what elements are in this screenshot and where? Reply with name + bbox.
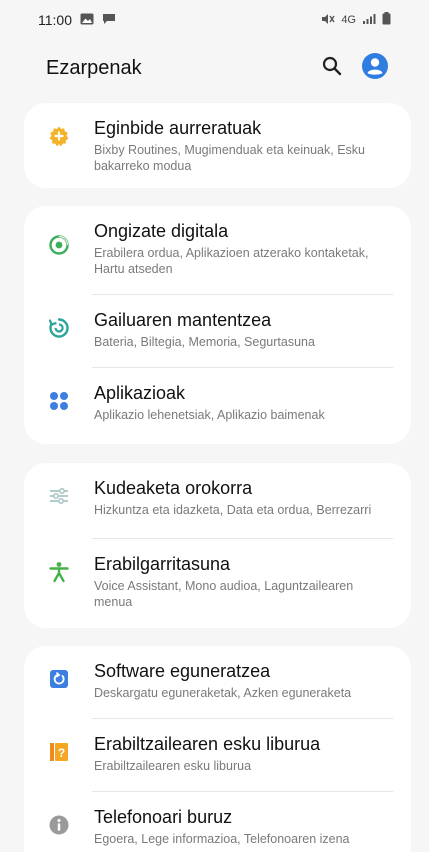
item-subtitle: Egoera, Lege informazioa, Telefonoaren i… — [94, 832, 350, 846]
item-text: Software eguneratzea Deskargatu egunerak… — [94, 646, 393, 701]
item-text: Eginbide aurreratuak Bixby Routines, Mug… — [94, 103, 393, 174]
signal-icon — [362, 13, 376, 28]
item-subtitle: Deskargatu eguneraketak, Azken egunerake… — [94, 686, 352, 700]
item-subtitle: Bateria, Biltegia, Memoria, Segurtasuna — [94, 335, 315, 349]
device-care-icon — [46, 315, 72, 341]
item-text: Erabiltzailearen esku liburua Erabiltzai… — [94, 719, 393, 774]
settings-group-about: Software eguneratzea Deskargatu egunerak… — [24, 646, 411, 852]
manual-icon: ? — [46, 739, 72, 765]
status-right: 4G — [321, 12, 391, 28]
settings-item-software-update[interactable]: Software eguneratzea Deskargatu egunerak… — [24, 646, 411, 718]
settings-item-general-management[interactable]: Kudeaketa orokorra Hizkuntza eta idazket… — [24, 463, 411, 538]
gallery-notification-icon — [80, 12, 94, 28]
settings-item-accessibility[interactable]: Erabilgarritasuna Voice Assistant, Mono … — [24, 539, 411, 628]
header-actions — [321, 52, 389, 85]
sliders-icon — [46, 483, 72, 509]
item-text: Kudeaketa orokorra Hizkuntza eta idazket… — [94, 463, 393, 518]
settings-group-device: Ongizate digitala Erabilera ordua, Aplik… — [24, 206, 411, 444]
item-text: Erabilgarritasuna Voice Assistant, Mono … — [94, 539, 393, 610]
item-subtitle: Erabilera ordua, Aplikazioen atzerako ko… — [94, 246, 369, 276]
message-notification-icon — [102, 12, 116, 28]
item-text: Ongizate digitala Erabilera ordua, Aplik… — [94, 206, 393, 277]
item-title: Kudeaketa orokorra — [94, 478, 253, 498]
apps-icon — [46, 388, 72, 414]
item-subtitle: Voice Assistant, Mono audioa, Laguntzail… — [94, 579, 354, 609]
item-text: Aplikazioak Aplikazio lehenetsiak, Aplik… — [94, 368, 393, 423]
status-bar: 11:00 4G — [0, 0, 429, 40]
item-title: Aplikazioak — [94, 383, 186, 403]
settings-item-about-phone[interactable]: Telefonoari buruz Egoera, Lege informazi… — [24, 792, 411, 852]
item-title: Software eguneratzea — [94, 661, 271, 681]
svg-text:?: ? — [58, 746, 65, 760]
settings-screen: 11:00 4G Ezarpenak Eginbide aurreratuak … — [0, 0, 429, 852]
item-text: Telefonoari buruz Egoera, Lege informazi… — [94, 792, 393, 847]
item-subtitle: Hizkuntza eta idazketa, Data eta ordua, … — [94, 503, 372, 517]
page-title: Ezarpenak — [46, 56, 142, 79]
profile-avatar-icon[interactable] — [361, 52, 389, 85]
item-title: Eginbide aurreratuak — [94, 118, 262, 138]
gear-plus-icon — [46, 123, 72, 149]
mute-icon — [321, 13, 335, 28]
item-title: Erabiltzailearen esku liburua — [94, 734, 321, 754]
search-icon[interactable] — [321, 55, 343, 82]
settings-item-device-care[interactable]: Gailuaren mantentzea Bateria, Biltegia, … — [24, 295, 411, 367]
settings-group-general: Kudeaketa orokorra Hizkuntza eta idazket… — [24, 463, 411, 628]
settings-item-apps[interactable]: Aplikazioak Aplikazio lehenetsiak, Aplik… — [24, 368, 411, 444]
item-subtitle: Bixby Routines, Mugimenduak eta keinuak,… — [94, 143, 365, 173]
status-time: 11:00 — [38, 12, 72, 28]
wellbeing-icon — [46, 232, 72, 258]
accessibility-icon — [46, 559, 72, 585]
app-header: Ezarpenak — [0, 44, 429, 92]
network-label: 4G — [341, 14, 356, 26]
settings-group-advanced: Eginbide aurreratuak Bixby Routines, Mug… — [24, 103, 411, 188]
battery-icon — [382, 12, 391, 28]
settings-item-digital-wellbeing[interactable]: Ongizate digitala Erabilera ordua, Aplik… — [24, 206, 411, 294]
item-subtitle: Erabiltzailearen esku liburua — [94, 759, 252, 773]
update-icon — [46, 666, 72, 692]
info-icon — [46, 812, 72, 838]
settings-item-user-manual[interactable]: ? Erabiltzailearen esku liburua Erabiltz… — [24, 719, 411, 791]
status-left: 11:00 — [38, 12, 116, 28]
item-title: Ongizate digitala — [94, 221, 229, 241]
item-title: Gailuaren mantentzea — [94, 310, 272, 330]
item-title: Erabilgarritasuna — [94, 554, 231, 574]
settings-item-advanced-features[interactable]: Eginbide aurreratuak Bixby Routines, Mug… — [24, 103, 411, 188]
item-text: Gailuaren mantentzea Bateria, Biltegia, … — [94, 295, 393, 350]
item-title: Telefonoari buruz — [94, 807, 233, 827]
item-subtitle: Aplikazio lehenetsiak, Aplikazio baimena… — [94, 408, 325, 422]
